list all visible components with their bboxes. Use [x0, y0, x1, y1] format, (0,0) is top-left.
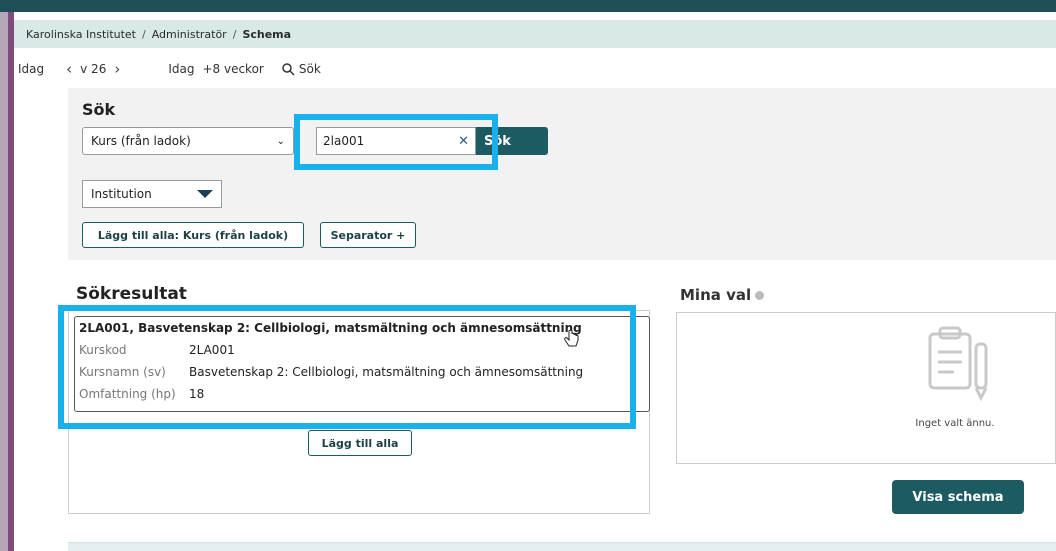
left-edge-accent [8, 12, 14, 551]
week-navigation: Idag ‹ v 26 › Idag +8 veckor Sök [14, 56, 321, 82]
mina-val-heading: Mina val [680, 286, 765, 304]
breadcrumb: Karolinska Institutet / Administratör / … [14, 20, 1056, 48]
bottom-panel-edge [68, 542, 1056, 551]
add-all-course-button[interactable]: Lägg till alla: Kurs (från ladok) [82, 222, 304, 248]
breadcrumb-item-admin[interactable]: Administratör [152, 28, 227, 41]
info-icon[interactable] [755, 290, 765, 300]
chevron-left-icon[interactable]: ‹ [66, 60, 72, 78]
today-button[interactable]: Idag [168, 62, 194, 76]
mina-val-title: Mina val [680, 286, 752, 304]
separator-button[interactable]: Separator + [320, 222, 416, 248]
empty-state-text: Inget valt ännu. [915, 418, 995, 429]
plus-weeks-button[interactable]: +8 veckor [202, 62, 263, 76]
search-toggle[interactable]: Sök [282, 62, 321, 76]
hand-cursor-icon [564, 330, 579, 347]
search-icon [282, 62, 295, 76]
highlight-frame [294, 114, 498, 170]
chevron-down-icon: ⌄ [276, 135, 285, 147]
chevron-right-icon[interactable]: › [114, 60, 120, 78]
breadcrumb-current: Schema [242, 27, 292, 41]
breadcrumb-separator: / [232, 27, 237, 41]
today-link[interactable]: Idag [18, 62, 44, 76]
add-all-results-label: Lägg till alla [321, 436, 399, 450]
breadcrumb-item-karolinska[interactable]: Karolinska Institutet [26, 28, 136, 41]
search-toggle-label: Sök [298, 62, 321, 76]
institution-label: Institution [91, 187, 152, 201]
week-label: v 26 [80, 62, 107, 76]
show-schedule-button[interactable]: Visa schema [892, 480, 1024, 514]
search-heading: Sök [82, 100, 116, 119]
add-all-course-label: Lägg till alla: Kurs (från ladok) [97, 228, 289, 242]
search-type-value: Kurs (från ladok) [91, 134, 191, 148]
institution-select[interactable]: Institution [82, 180, 222, 208]
show-schedule-label: Visa schema [912, 489, 1004, 505]
clipboard-icon [928, 326, 988, 402]
separator-label: Separator + [330, 228, 406, 242]
highlight-frame [58, 305, 636, 429]
breadcrumb-separator: / [142, 27, 146, 41]
results-heading: Sökresultat [76, 284, 187, 304]
top-bar [0, 0, 1056, 12]
search-type-select[interactable]: Kurs (från ladok) ⌄ [82, 127, 294, 155]
mina-val-panel [676, 312, 1056, 464]
add-all-results-button[interactable]: Lägg till alla [308, 430, 412, 456]
caret-down-icon [197, 190, 213, 198]
